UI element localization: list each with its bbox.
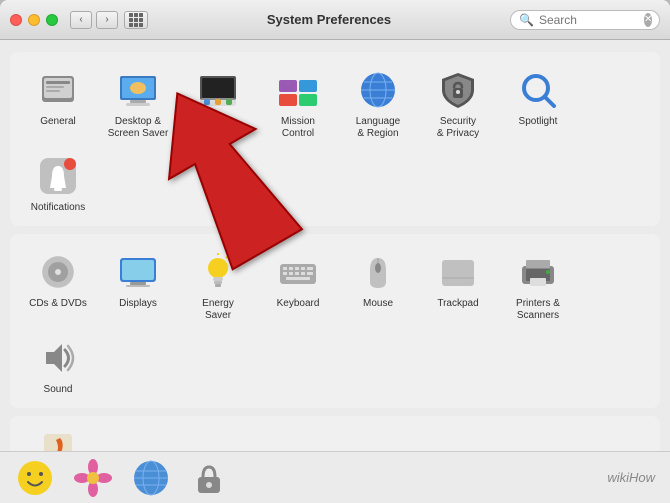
mission-control-label: MissionControl: [281, 116, 315, 140]
pref-item-dock[interactable]: Dock: [180, 62, 256, 144]
fullscreen-button[interactable]: [46, 14, 58, 26]
system-preferences-window: ‹ › System Preferences 🔍 ✕: [0, 0, 670, 503]
pref-item-mission-control[interactable]: MissionControl: [260, 62, 336, 144]
window-title: System Preferences: [148, 12, 510, 27]
spotlight-label: Spotlight: [519, 116, 558, 128]
pref-item-cds-dvds[interactable]: CDs & DVDs: [20, 244, 96, 326]
wikihow-watermark: wikiHow: [607, 470, 655, 485]
sound-icon: [36, 336, 80, 380]
mouse-icon: [356, 250, 400, 294]
printers-scanners-label: Printers &Scanners: [516, 298, 560, 322]
displays-icon: [116, 250, 160, 294]
keyboard-label: Keyboard: [277, 298, 320, 310]
notifications-icon: [36, 154, 80, 198]
language-region-label: Language& Region: [356, 116, 401, 140]
search-icon: 🔍: [519, 13, 534, 27]
mouse-label: Mouse: [363, 298, 393, 310]
forward-button[interactable]: ›: [96, 11, 118, 29]
pref-item-energy-saver[interactable]: EnergySaver: [180, 244, 256, 326]
search-input[interactable]: [539, 13, 639, 27]
notifications-label: Notifications: [31, 202, 85, 214]
nav-buttons: ‹ ›: [70, 11, 118, 29]
dock-label: Dock: [207, 116, 230, 128]
keyboard-icon: [276, 250, 320, 294]
back-button[interactable]: ‹: [70, 11, 92, 29]
pref-item-sound[interactable]: Sound: [20, 330, 96, 400]
traffic-lights: [10, 14, 58, 26]
pref-item-security-privacy[interactable]: Security& Privacy: [420, 62, 496, 144]
search-bar[interactable]: 🔍 ✕: [510, 10, 660, 30]
dock-icon: [196, 68, 240, 112]
pref-item-general[interactable]: General: [20, 62, 96, 144]
security-privacy-label: Security& Privacy: [437, 116, 479, 140]
personal-icons-grid: General Desktop &Screen Saver: [20, 62, 650, 218]
cds-dvds-label: CDs & DVDs: [29, 298, 87, 310]
content-area: General Desktop &Screen Saver: [0, 40, 670, 503]
close-button[interactable]: [10, 14, 22, 26]
printers-scanners-icon: [516, 250, 560, 294]
cds-dvds-icon: [36, 250, 80, 294]
trackpad-label: Trackpad: [437, 298, 478, 310]
desktop-screen-saver-label: Desktop &Screen Saver: [108, 116, 169, 140]
pref-item-displays[interactable]: Displays: [100, 244, 176, 326]
hardware-section: CDs & DVDs Displays: [10, 234, 660, 408]
bottom-icon-flower: [73, 458, 113, 498]
pref-item-printers-scanners[interactable]: Printers &Scanners: [500, 244, 576, 326]
pref-item-spotlight[interactable]: Spotlight: [500, 62, 576, 144]
titlebar: ‹ › System Preferences 🔍 ✕: [0, 0, 670, 40]
bottom-icon-globe: [131, 458, 171, 498]
pref-item-desktop-screen-saver[interactable]: Desktop &Screen Saver: [100, 62, 176, 144]
bottom-bar: wikiHow: [0, 451, 670, 503]
bottom-icon-lock: [189, 458, 229, 498]
energy-saver-icon: [196, 250, 240, 294]
pref-item-trackpad[interactable]: Trackpad: [420, 244, 496, 326]
minimize-button[interactable]: [28, 14, 40, 26]
hardware-icons-grid: CDs & DVDs Displays: [20, 244, 650, 400]
pref-item-keyboard[interactable]: Keyboard: [260, 244, 336, 326]
desktop-screen-saver-icon: [116, 68, 160, 112]
personal-section: General Desktop &Screen Saver: [10, 52, 660, 226]
sound-label: Sound: [44, 384, 73, 396]
grid-view-button[interactable]: [124, 11, 148, 29]
grid-icon: [129, 13, 143, 27]
pref-item-notifications[interactable]: Notifications: [20, 148, 96, 218]
clear-search-button[interactable]: ✕: [644, 13, 652, 27]
bottom-icon-smiley: [15, 458, 55, 498]
mission-control-icon: [276, 68, 320, 112]
pref-item-language-region[interactable]: Language& Region: [340, 62, 416, 144]
displays-label: Displays: [119, 298, 157, 310]
security-privacy-icon: [436, 68, 480, 112]
energy-saver-label: EnergySaver: [202, 298, 234, 322]
trackpad-icon: [436, 250, 480, 294]
general-label: General: [40, 116, 76, 128]
general-icon: [36, 68, 80, 112]
spotlight-icon: [516, 68, 560, 112]
language-region-icon: [356, 68, 400, 112]
pref-item-mouse[interactable]: Mouse: [340, 244, 416, 326]
